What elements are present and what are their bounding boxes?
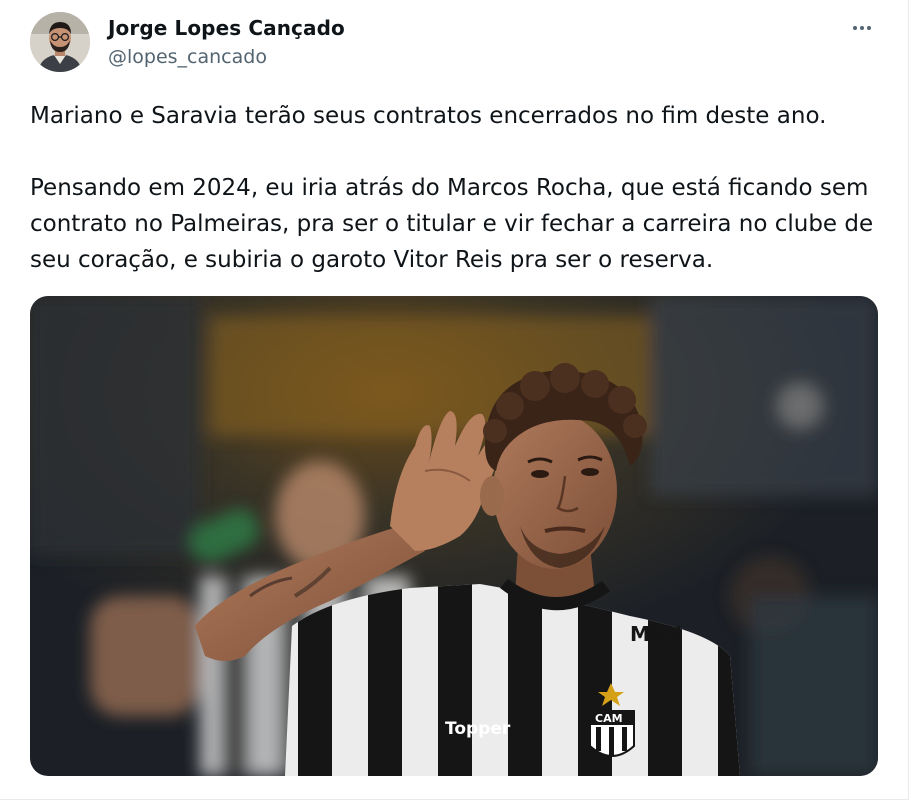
tweet-text-line: Mariano e Saravia terão seus contratos e… xyxy=(30,103,827,129)
tweet-text-line: Pensando em 2024, eu iria atrás do Marco… xyxy=(30,175,869,201)
author-name[interactable]: Jorge Lopes Cançado xyxy=(108,16,345,40)
jersey-sponsor-text: MRV xyxy=(630,622,681,646)
tweet-card: Jorge Lopes Cançado @lopes_cancado Maria… xyxy=(0,0,909,800)
author-handle[interactable]: @lopes_cancado xyxy=(108,46,267,68)
more-horizontal-icon xyxy=(853,26,857,30)
tweet-photo[interactable]: MRV Topper CAM xyxy=(30,296,878,776)
more-horizontal-icon-dot xyxy=(867,26,871,30)
avatar[interactable] xyxy=(30,12,90,72)
club-crest-text: CAM xyxy=(595,712,623,725)
tweet-text-line: contrato no Palmeiras, pra ser o titular… xyxy=(30,211,874,237)
jersey-brand-text: Topper xyxy=(445,719,511,739)
more-options-button[interactable] xyxy=(844,14,880,42)
tweet-text: Mariano e Saravia terão seus contratos e… xyxy=(30,98,890,278)
more-horizontal-icon-dot xyxy=(860,26,864,30)
tweet-text-line: seu coração, e subiria o garoto Vitor Re… xyxy=(30,247,714,273)
tweet-header: Jorge Lopes Cançado @lopes_cancado xyxy=(30,12,880,76)
